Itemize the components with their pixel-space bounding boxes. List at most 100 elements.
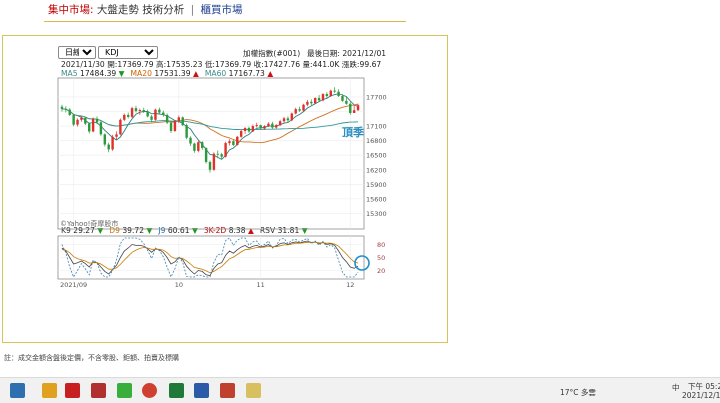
candle-body	[165, 114, 169, 123]
pdf-icon[interactable]	[65, 383, 80, 398]
candle-body	[333, 90, 336, 92]
price-y-tick: 17100	[366, 123, 387, 131]
candle-body	[278, 121, 282, 126]
candle-body	[251, 126, 255, 132]
candle-body	[134, 108, 138, 112]
candle-body	[99, 122, 103, 135]
candle-body	[352, 110, 356, 113]
candle-body	[317, 97, 321, 101]
presentation-icon[interactable]	[220, 383, 235, 398]
footnote: 註：成交金額含盤後定價，不含零股、鉅額、拍賣及標購	[4, 354, 179, 362]
candle-body	[337, 91, 340, 97]
candle-body	[294, 109, 297, 114]
candle-body	[290, 113, 294, 121]
candle-body	[356, 105, 360, 111]
candle-body	[204, 147, 208, 163]
x-tick-label: 10	[175, 281, 183, 289]
candle-body	[220, 154, 223, 157]
candle-body	[119, 119, 122, 135]
weather-desc: 多雲	[580, 388, 596, 397]
candle-body	[158, 109, 161, 113]
kd-y-tick: 50	[377, 254, 385, 262]
start-search-icon[interactable]	[10, 383, 25, 398]
price-y-tick: 15600	[366, 195, 387, 203]
candle-body	[247, 128, 251, 132]
candle-body	[154, 109, 157, 120]
candle-body	[313, 97, 317, 104]
candle-body	[271, 123, 274, 128]
price-y-tick: 17700	[366, 93, 387, 101]
candle-body	[173, 121, 177, 131]
candle-body	[341, 96, 344, 101]
line-icon[interactable]	[117, 383, 132, 398]
candle-body	[91, 118, 95, 132]
candle-body	[263, 126, 266, 129]
candle-body	[103, 134, 107, 145]
candle-body	[236, 136, 239, 146]
candle-body	[212, 153, 216, 170]
price-pane-border	[57, 77, 365, 230]
candle-body	[177, 117, 181, 122]
candle-body	[193, 143, 196, 151]
candle-body	[232, 141, 235, 146]
candle-body	[169, 122, 173, 131]
candle-body	[275, 125, 278, 128]
chrome-icon[interactable]	[142, 383, 157, 398]
candle-body	[126, 114, 130, 117]
price-y-tick: 15900	[366, 181, 387, 189]
price-y-tick: 16800	[366, 137, 387, 145]
candle-body	[329, 90, 332, 97]
candle-body	[95, 118, 99, 123]
candle-body	[84, 117, 87, 124]
candle-body	[76, 119, 79, 125]
candle-body	[228, 141, 231, 144]
candle-body	[282, 118, 286, 122]
candle-body	[60, 106, 64, 109]
clock-date[interactable]: 2021/12/1	[682, 391, 720, 400]
candle-body	[130, 108, 134, 117]
candle-body	[310, 101, 313, 104]
candle-body	[72, 114, 75, 125]
candle-body	[185, 125, 188, 138]
price-y-tick: 15300	[366, 210, 387, 218]
ime-indicator[interactable]: 中	[672, 382, 680, 393]
candle-body	[259, 125, 262, 129]
candle-body	[321, 94, 325, 101]
app-red-icon[interactable]	[91, 383, 106, 398]
excel-icon[interactable]	[169, 383, 184, 398]
word-icon[interactable]	[194, 383, 209, 398]
candle-body	[302, 104, 305, 111]
candle-body	[286, 118, 290, 121]
candle-body	[115, 134, 118, 137]
candle-body	[150, 116, 153, 120]
candle-body	[189, 137, 192, 144]
price-y-tick: 16200	[366, 166, 387, 174]
candle-body	[162, 112, 165, 115]
candle-body	[224, 143, 227, 157]
candle-body	[298, 109, 301, 111]
candle-body	[88, 123, 91, 132]
weather[interactable]: 17°C 多雲	[560, 387, 596, 398]
candle-body	[80, 117, 83, 120]
chart-canvas: 17700 17100 16500 16800 16200 15900 15600 15300…	[57, 77, 387, 289]
candle-body	[325, 94, 329, 97]
candle-body	[201, 142, 204, 148]
folder-icon[interactable]	[42, 383, 57, 398]
candle-body	[138, 110, 142, 112]
candle-body	[255, 125, 258, 127]
candle-body	[216, 153, 219, 155]
candle-body	[142, 110, 145, 112]
candle-body	[181, 117, 184, 126]
taskbar: 17°C 多雲 中 下午 05:27 2021/12/1	[0, 377, 720, 403]
notes-icon[interactable]	[246, 383, 261, 398]
candle-body	[123, 114, 126, 120]
candle-body	[345, 100, 348, 104]
candle-body	[107, 144, 110, 150]
x-tick-label: 11	[257, 281, 265, 289]
candle-body	[64, 108, 68, 110]
candle-body	[146, 111, 149, 117]
price-y-tick: 16500	[366, 152, 387, 160]
kd-y-tick: 80	[377, 241, 385, 249]
kd-y-tick: 20	[377, 267, 385, 275]
candle-body	[349, 103, 352, 113]
